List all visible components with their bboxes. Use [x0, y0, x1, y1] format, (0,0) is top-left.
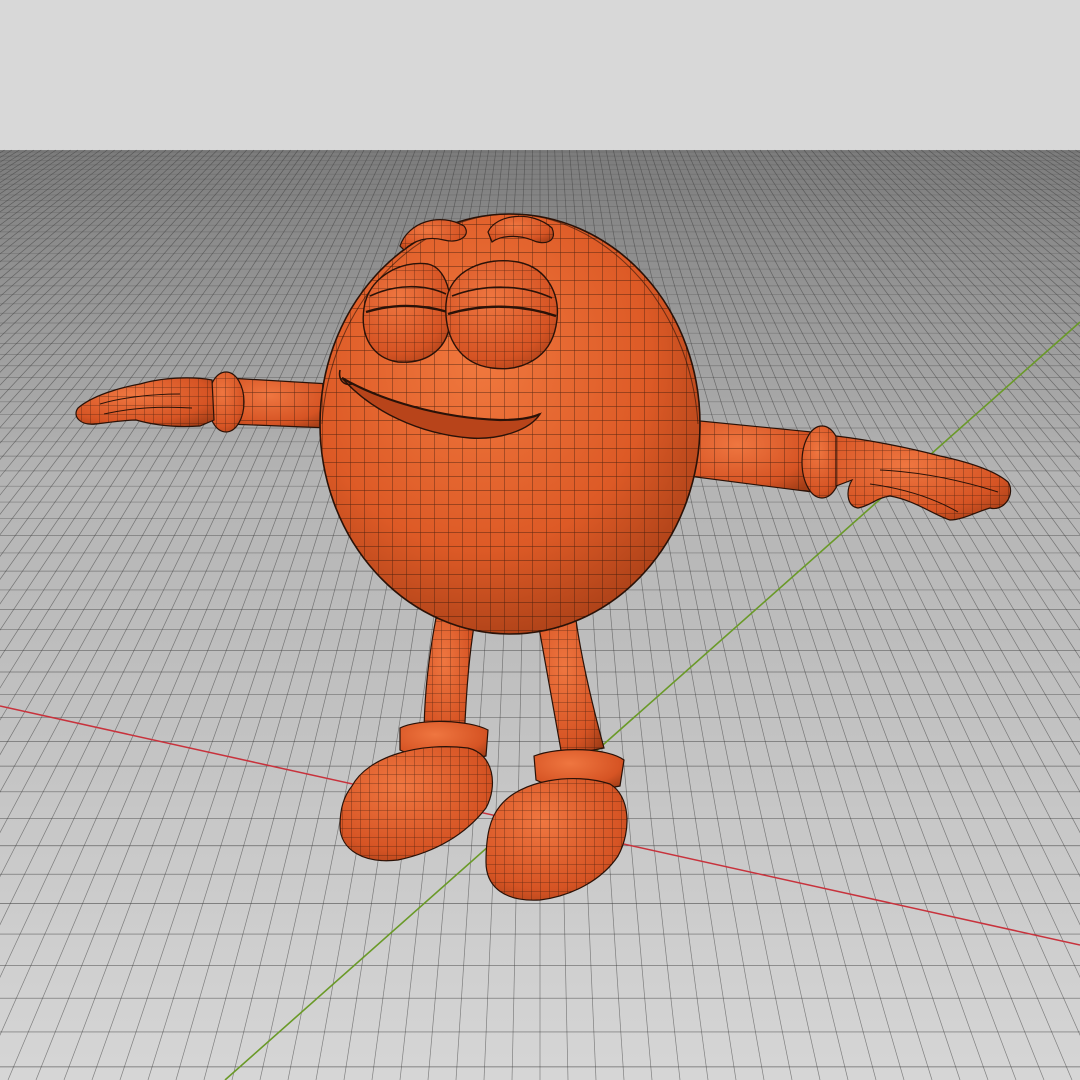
viewport-sky	[0, 0, 1080, 150]
3d-viewport[interactable]	[0, 0, 1080, 1080]
right-eye	[445, 260, 558, 370]
viewport-canvas[interactable]	[0, 0, 1080, 1080]
